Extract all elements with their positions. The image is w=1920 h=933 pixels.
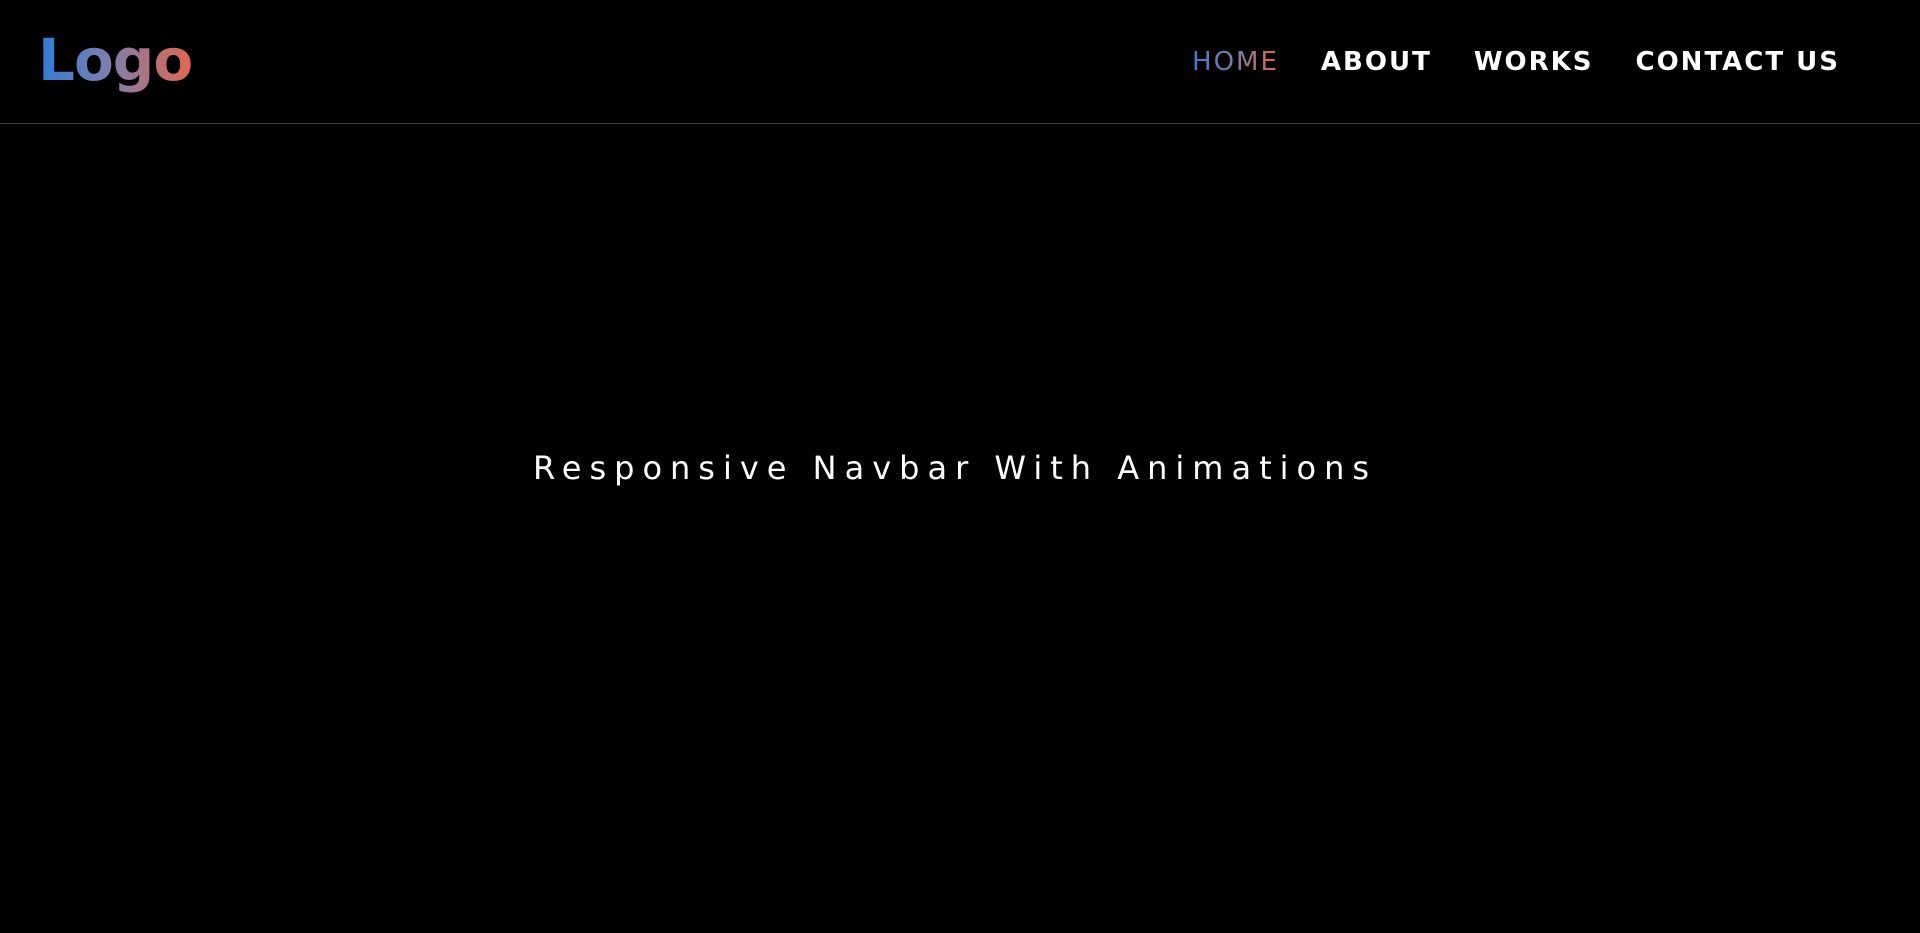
nav-link-home[interactable]: HOME [1192,44,1279,80]
navbar: Logo HOME ABOUT WORKS CONTACT US [0,0,1920,124]
nav-links: HOME ABOUT WORKS CONTACT US [1192,44,1840,80]
nav-link-contact-us[interactable]: CONTACT US [1636,44,1841,80]
logo[interactable]: Logo [38,24,193,96]
hero-title: Responsive Navbar With Animations [532,449,1378,487]
nav-link-works[interactable]: WORKS [1474,44,1594,80]
nav-link-about[interactable]: ABOUT [1321,44,1432,80]
